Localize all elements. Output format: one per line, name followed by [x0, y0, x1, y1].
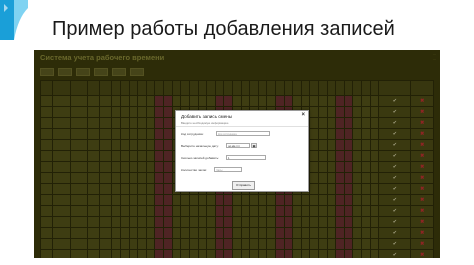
hours-label: Количество часов:	[181, 168, 207, 172]
dialog-title: Добавить запись смены	[181, 114, 233, 119]
employee-code-input[interactable]: Код сотрудника	[216, 131, 270, 136]
slide-title: Пример работы добавления записей	[52, 18, 395, 40]
submit-button[interactable]: Отправить	[232, 181, 255, 190]
dialog-subtitle: Введите необходимую информацию	[181, 121, 229, 125]
slide-accent	[0, 0, 28, 40]
record-count-input[interactable]: 1	[226, 155, 266, 160]
employee-code-label: Код сотрудника:	[181, 132, 204, 136]
dialog-divider	[176, 126, 308, 127]
start-date-label: Выберите начальную дату:	[181, 144, 219, 148]
hours-input[interactable]: Часы	[214, 167, 242, 172]
close-icon[interactable]: ×	[301, 112, 305, 118]
calendar-icon[interactable]: ▦	[251, 143, 257, 148]
record-count-label: Сколько записей добавить:	[181, 156, 220, 160]
start-date-input[interactable]: дд.мм.гггг	[226, 143, 250, 148]
add-shift-dialog: Добавить запись смены × Введите необходи…	[175, 110, 309, 192]
